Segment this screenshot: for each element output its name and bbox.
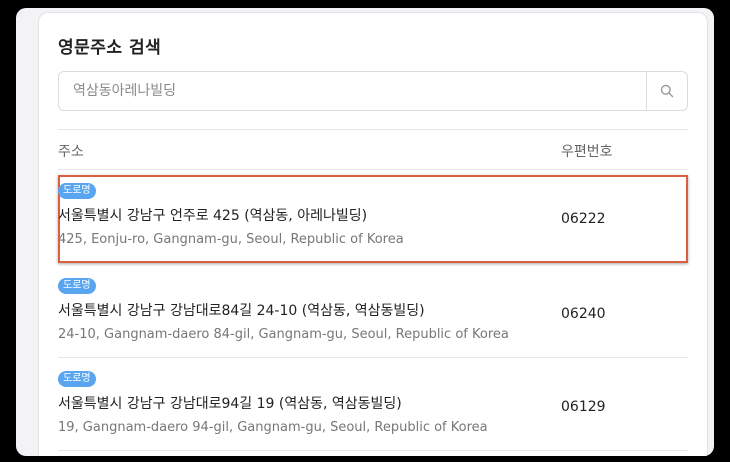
search-icon bbox=[660, 84, 674, 98]
korean-address: 서울특별시 강남구 언주로 425 (역삼동, 아레나빌딩) bbox=[58, 208, 368, 224]
divider bbox=[58, 357, 688, 358]
english-address: 19, Gangnam-daero 94-gil, Gangnam-gu, Se… bbox=[58, 420, 488, 435]
english-address: 24-10, Gangnam-daero 84-gil, Gangnam-gu,… bbox=[58, 327, 509, 342]
road-name-badge: 도로명 bbox=[58, 278, 96, 294]
window: 영문주소 검색 주소 우편번호 도로명 서울특별시 강남구 언주로 425 (역… bbox=[16, 8, 714, 456]
korean-address: 서울특별시 강남구 강남대로84길 24-10 (역삼동, 역삼동빌딩) bbox=[58, 303, 425, 319]
column-header-address: 주소 bbox=[58, 144, 84, 160]
zipcode: 06222 bbox=[561, 211, 606, 227]
divider bbox=[58, 129, 688, 130]
result-row[interactable]: 도로명 서울특별시 강남구 강남대로94길 19 (역삼동, 역삼동빌딩) 19… bbox=[58, 363, 688, 451]
korean-address: 서울특별시 강남구 강남대로94길 19 (역삼동, 역삼동빌딩) bbox=[58, 396, 402, 412]
page-title: 영문주소 검색 bbox=[58, 38, 162, 58]
result-row-selected[interactable]: 도로명 서울특별시 강남구 언주로 425 (역삼동, 아레나빌딩) 425, … bbox=[58, 175, 688, 263]
road-name-badge: 도로명 bbox=[58, 371, 96, 387]
search-box bbox=[58, 71, 688, 111]
english-address: 425, Eonju-ro, Gangnam-gu, Seoul, Republ… bbox=[58, 232, 404, 247]
address-search-card: 영문주소 검색 주소 우편번호 도로명 서울특별시 강남구 언주로 425 (역… bbox=[38, 12, 708, 456]
zipcode: 06240 bbox=[561, 306, 606, 322]
divider bbox=[58, 169, 688, 170]
zipcode: 06129 bbox=[561, 399, 606, 415]
search-button[interactable] bbox=[646, 72, 687, 110]
search-input[interactable] bbox=[59, 72, 647, 110]
result-row[interactable]: 도로명 서울특별시 강남구 강남대로84길 24-10 (역삼동, 역삼동빌딩)… bbox=[58, 270, 688, 358]
divider bbox=[58, 450, 688, 451]
column-header-zipcode: 우편번호 bbox=[561, 144, 613, 160]
road-name-badge: 도로명 bbox=[58, 183, 96, 199]
